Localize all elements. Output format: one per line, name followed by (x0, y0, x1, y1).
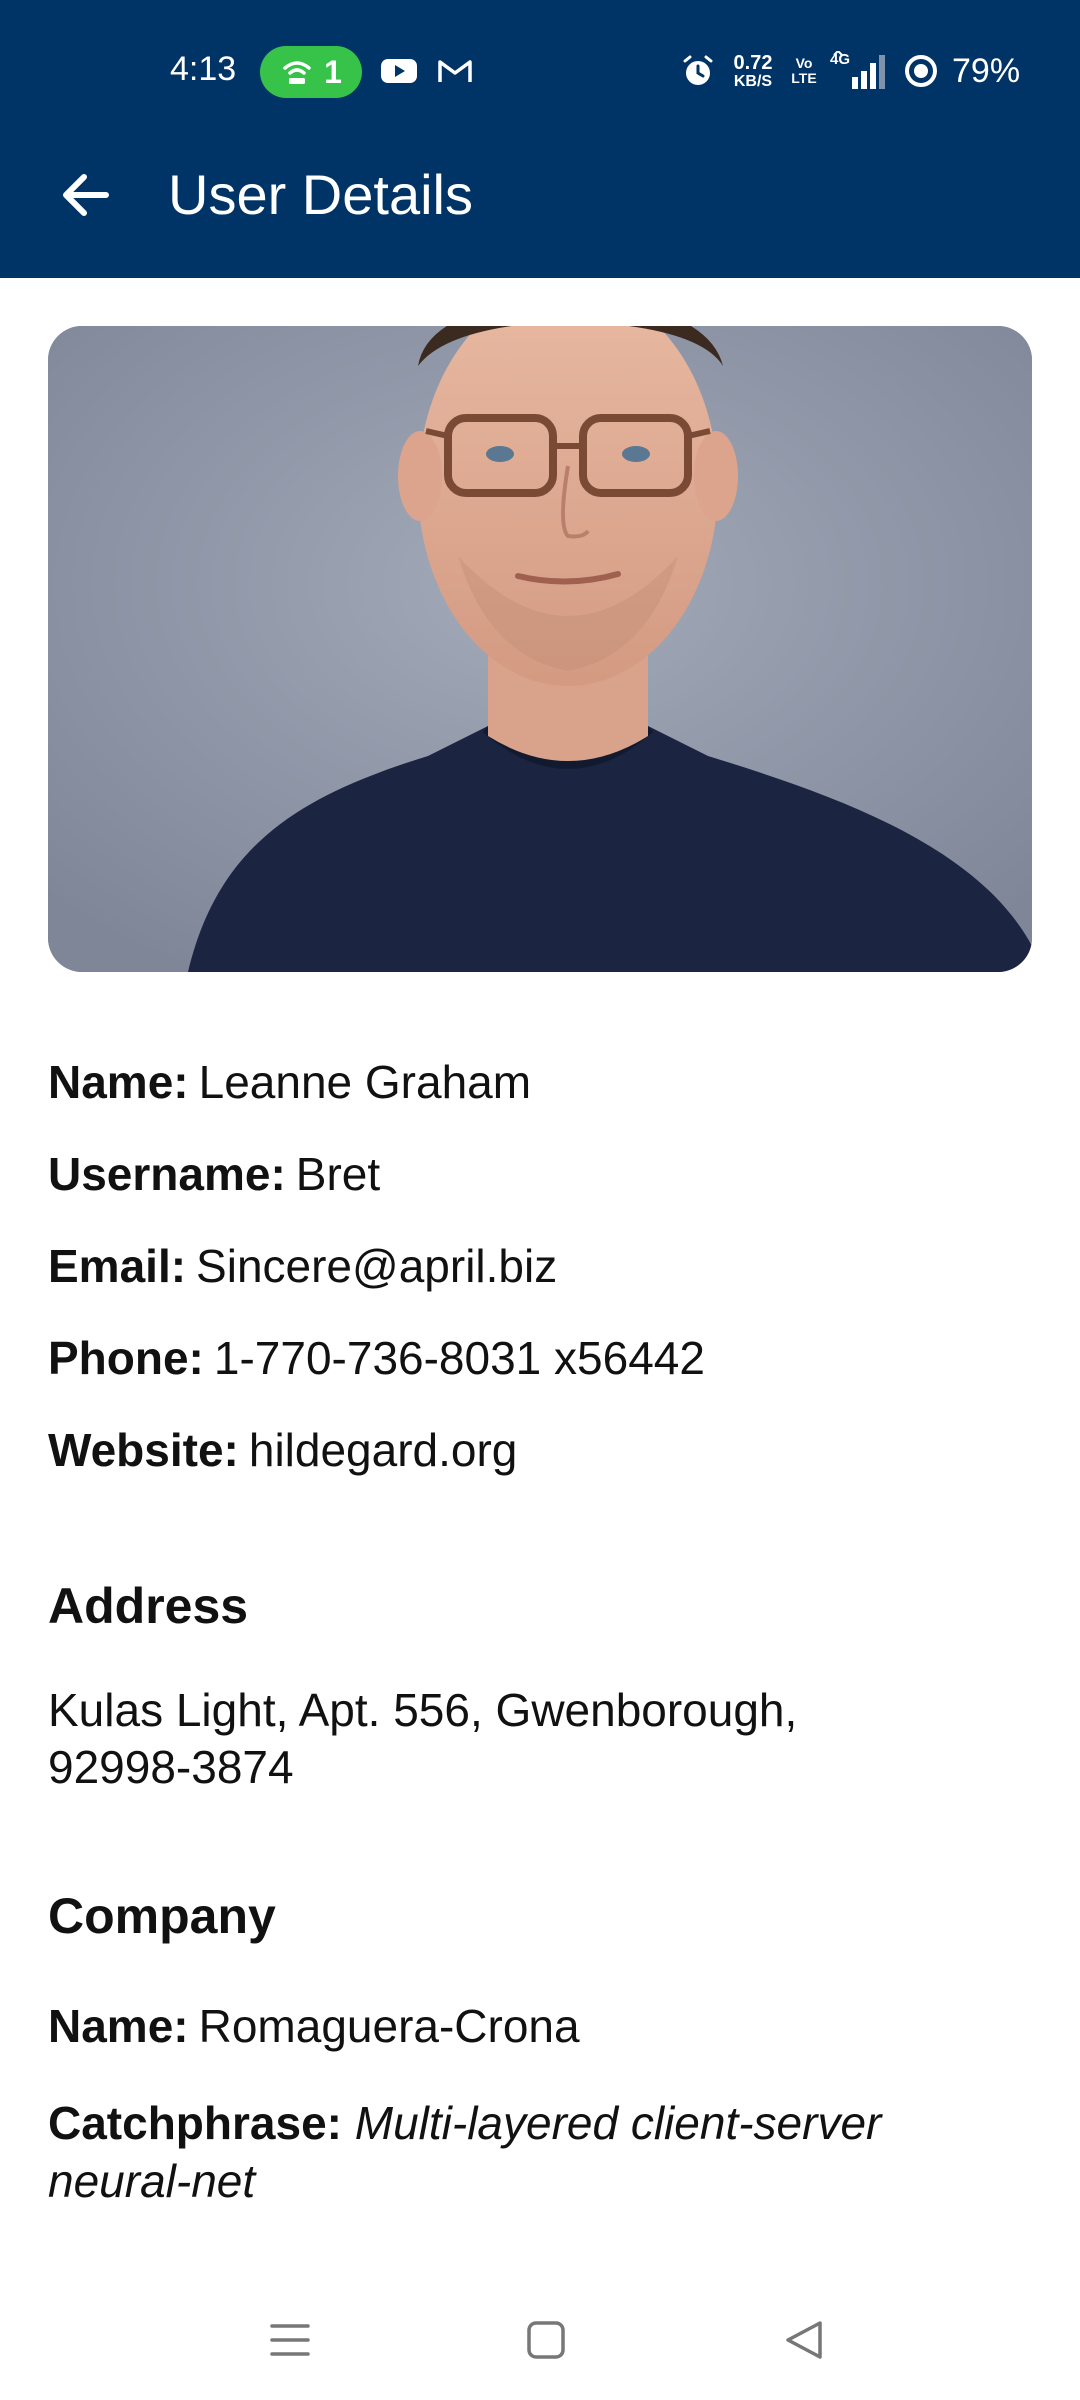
battery-saver-icon (905, 55, 937, 87)
phone-row: Phone: 1-770-736-8031 x56442 (48, 1330, 705, 1386)
hotspot-icon (283, 61, 311, 84)
youtube-icon (381, 59, 417, 83)
email-row: Email: Sincere@april.biz (48, 1238, 557, 1294)
company-name-row: Name: Romaguera-Crona (48, 1998, 580, 2054)
username-value: Bret (295, 1148, 381, 1200)
company-heading: Company (48, 1888, 276, 1944)
volte-top: Vo (795, 55, 813, 71)
back-triangle-icon (786, 2321, 822, 2359)
volte-indicator: Vo LTE (790, 56, 818, 86)
address-text: Kulas Light, Apt. 556, Gwenborough, 9299… (48, 1684, 798, 1793)
volte-bottom: LTE (791, 70, 817, 86)
company-name-label: Name: (48, 2000, 189, 2052)
status-bar: 4:13 1 0.72 KB/S Vo LTE 4G 79% (0, 0, 1080, 140)
battery-percentage: 79% (952, 51, 1021, 90)
catchphrase-label: Catchphrase: (48, 2097, 342, 2149)
network-speed: 0.72 KB/S (728, 53, 778, 90)
alarm-icon (683, 55, 713, 85)
back-button[interactable] (50, 160, 120, 230)
email-value: Sincere@april.biz (196, 1240, 558, 1292)
phone-value: 1-770-736-8031 x56442 (213, 1332, 705, 1384)
gmail-icon (438, 60, 472, 82)
home-icon (527, 2321, 565, 2359)
user-photo (48, 326, 1032, 972)
hotspot-indicator: 1 (260, 46, 362, 98)
app-bar (0, 140, 1080, 278)
website-label: Website: (48, 1424, 239, 1476)
signal-indicator: 4G (830, 51, 890, 91)
phone-label: Phone: (48, 1332, 204, 1384)
status-right-group: 0.72 KB/S Vo LTE 4G 79% (680, 46, 1020, 96)
username-label: Username: (48, 1148, 286, 1200)
catchphrase-row: Catchphrase: Multi-layered client-server… (48, 2094, 988, 2210)
status-time: 4:13 (170, 50, 237, 88)
network-speed-unit: KB/S (733, 72, 773, 90)
username-row: Username: Bret (48, 1146, 380, 1202)
arrow-left-icon (63, 174, 109, 216)
home-button[interactable] (506, 2300, 586, 2380)
website-value: hildegard.org (248, 1424, 518, 1476)
email-label: Email: (48, 1240, 187, 1292)
name-label: Name: (48, 1056, 189, 1108)
hotspot-count: 1 (324, 53, 342, 90)
website-row: Website: hildegard.org (48, 1422, 517, 1478)
recent-apps-button[interactable] (250, 2300, 330, 2380)
page-title: User Details (168, 163, 473, 226)
portrait-image (48, 326, 1032, 972)
menu-icon (270, 2324, 310, 2356)
name-value: Leanne Graham (198, 1056, 532, 1108)
user-name-row: Name: Leanne Graham (48, 1054, 531, 1110)
system-back-button[interactable] (764, 2300, 844, 2380)
signal-icon (833, 51, 885, 89)
address-heading: Address (48, 1578, 249, 1634)
network-speed-value: 0.72 (733, 51, 773, 74)
company-name-value: Romaguera-Crona (198, 2000, 580, 2052)
